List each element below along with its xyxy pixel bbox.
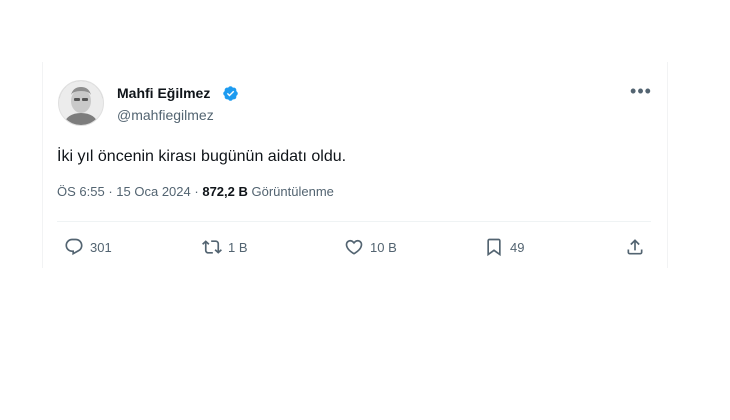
like-button[interactable]: 10 B [344,236,397,258]
bookmark-icon [487,238,501,257]
tweet-meta: ÖS 6:55 · 15 Oca 2024 · 872,2 B Görüntül… [57,184,334,199]
meta-separator: · [108,184,113,199]
author-name[interactable]: Mahfi Eğilmez [117,85,210,101]
verified-badge-icon [223,86,238,101]
tweet-text: İki yıl öncenin kirası bugünün aidatı ol… [57,148,347,165]
tweet-date[interactable]: 15 Oca 2024 [116,184,190,199]
like-icon [345,239,363,255]
share-icon [627,239,643,255]
retweet-count: 1 B [228,239,248,255]
views-count: 872,2 B [202,184,248,199]
reply-icon [65,238,83,256]
more-icon[interactable]: ••• [628,82,654,102]
bookmark-button[interactable]: 49 [484,236,524,258]
divider [57,221,651,222]
retweet-button[interactable]: 1 B [202,236,248,258]
share-button[interactable] [625,236,645,258]
reply-button[interactable]: 301 [64,236,112,258]
reply-count: 301 [90,239,112,255]
avatar[interactable] [58,80,104,126]
views-label: Görüntülenme [251,184,334,199]
like-count: 10 B [370,239,397,255]
meta-separator: · [194,184,199,199]
bookmark-count: 49 [510,239,525,255]
retweet-icon [202,240,222,254]
author-handle[interactable]: @mahfiegilmez [117,107,214,123]
tweet-time[interactable]: ÖS 6:55 [57,184,105,199]
